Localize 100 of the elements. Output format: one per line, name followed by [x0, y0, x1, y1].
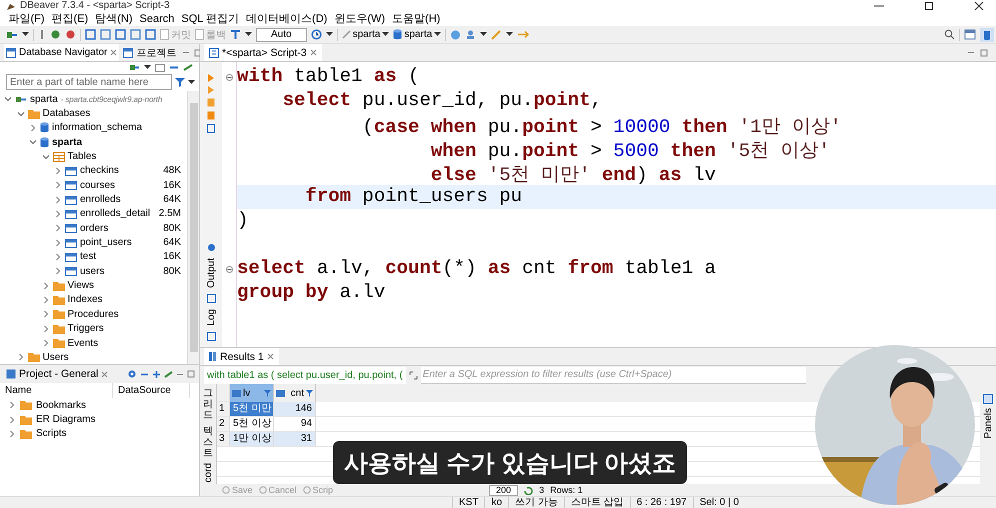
schema-selector[interactable]: sparta: [393, 29, 442, 40]
maximize-icon[interactable]: [924, 1, 934, 11]
chevron-right-icon[interactable]: [54, 166, 62, 176]
tree-item[interactable]: Scripts: [36, 428, 67, 440]
filter-field[interactable]: Enter a SQL expression to filter results (use Ctrl+Space): [420, 366, 806, 384]
search-icon[interactable]: [944, 29, 955, 40]
chevron-right-icon[interactable]: [42, 338, 50, 348]
clock-icon[interactable]: [310, 29, 322, 40]
panel-icon[interactable]: [983, 394, 993, 404]
menu-item[interactable]: 편집(E): [48, 12, 92, 26]
menu-item[interactable]: SQL 편집기: [178, 12, 243, 26]
tree-item[interactable]: Indexes: [68, 294, 103, 306]
panel-tab[interactable]: 프로젝트: [121, 44, 178, 61]
tree-item[interactable]: users: [80, 266, 104, 277]
caret-icon[interactable]: [245, 32, 252, 37]
fold-icon[interactable]: [226, 266, 232, 272]
tree-item[interactable]: Events: [68, 338, 98, 349]
table-cell[interactable]: 31: [274, 432, 316, 447]
square-icon[interactable]: [145, 29, 156, 40]
database-window-icon[interactable]: [980, 28, 994, 42]
filter-icon[interactable]: [306, 390, 313, 396]
tree-item[interactable]: Bookmarks: [36, 400, 86, 411]
chevron-right-icon[interactable]: [54, 180, 62, 190]
menu-item[interactable]: 파일(F): [5, 12, 48, 26]
chevron-right-icon[interactable]: [54, 223, 62, 234]
view-tab[interactable]: cord: [202, 463, 214, 482]
fold-icon[interactable]: [226, 74, 232, 80]
tree-item[interactable]: sparta: [52, 136, 82, 148]
chevron-right-icon[interactable]: [42, 280, 50, 291]
tree-item[interactable]: Databases: [42, 108, 90, 120]
connection-selector[interactable]: sparta: [342, 29, 390, 40]
chevron-right-icon[interactable]: [8, 400, 16, 410]
column-header[interactable]: DataSource: [113, 383, 190, 398]
tree-item[interactable]: point_users: [80, 237, 132, 248]
tree-item[interactable]: orders: [80, 222, 108, 234]
transaction-mode-field[interactable]: Auto: [256, 28, 307, 42]
tree-item[interactable]: courses: [80, 180, 116, 191]
chevron-right-icon[interactable]: [54, 238, 62, 248]
caret-icon[interactable]: [434, 32, 442, 37]
plus-icon[interactable]: [152, 370, 161, 378]
tree-item[interactable]: enrolleds_detail: [80, 208, 150, 220]
results-tab[interactable]: Results 1: [204, 348, 279, 365]
caret-icon[interactable]: [506, 32, 514, 37]
tree-item[interactable]: Users: [42, 352, 69, 363]
caret-icon[interactable]: [188, 80, 195, 84]
table-cell[interactable]: 1만 이상: [230, 432, 274, 447]
text-icon[interactable]: [230, 29, 241, 40]
menu-item[interactable]: 도움말(H): [388, 12, 444, 26]
chevron-right-icon[interactable]: [42, 309, 50, 320]
side-tab[interactable]: Log: [206, 307, 216, 328]
menu-item[interactable]: Search: [136, 12, 178, 26]
tree-item[interactable]: Triggers: [68, 323, 104, 334]
caret-icon[interactable]: [326, 32, 333, 37]
filter-icon[interactable]: [264, 390, 271, 396]
people-icon[interactable]: [465, 29, 476, 40]
menu-item[interactable]: 탐색(N): [92, 12, 136, 26]
table-cell[interactable]: 146: [274, 402, 316, 417]
filter-icon[interactable]: [175, 77, 185, 87]
view-tab[interactable]: 그리드: [203, 387, 213, 422]
tree-item[interactable]: enrolleds: [80, 194, 121, 206]
expand-icon[interactable]: [408, 370, 418, 380]
column-header[interactable]: lv: [230, 384, 274, 402]
menu-item[interactable]: 데이터베이스(D): [242, 12, 331, 26]
side-tab[interactable]: Output: [206, 256, 216, 290]
menu-item[interactable]: 윈도우(W): [330, 12, 389, 26]
view-tab[interactable]: 텍스트: [203, 425, 213, 460]
caret-icon[interactable]: [144, 65, 151, 70]
column-header[interactable]: Name: [0, 383, 113, 398]
chevron-right-icon[interactable]: [54, 252, 62, 262]
tree-item[interactable]: Procedures: [68, 308, 119, 320]
side-tab[interactable]: Panels: [982, 408, 994, 439]
tree-item[interactable]: checkins: [80, 165, 119, 176]
tree-item[interactable]: sparta: [30, 94, 58, 105]
panel-icon[interactable]: [206, 294, 216, 304]
fetch-size-field[interactable]: 200: [489, 484, 518, 496]
tree-item[interactable]: Views: [68, 280, 94, 292]
chevron-right-icon[interactable]: [42, 294, 50, 305]
chevron-right-icon[interactable]: [8, 414, 16, 425]
tree-item[interactable]: information_schema: [52, 122, 142, 134]
square-icon[interactable]: [115, 29, 126, 40]
tree-item[interactable]: ER Diagrams: [36, 414, 96, 426]
tree-item[interactable]: Tables: [68, 151, 96, 162]
chevron-right-icon[interactable]: [54, 208, 62, 219]
chevron-right-icon[interactable]: [8, 428, 16, 439]
search-field[interactable]: Enter a part of table name here: [6, 74, 172, 90]
panel-tab[interactable]: Database Navigator: [4, 44, 120, 61]
chevron-right-icon[interactable]: [42, 324, 50, 334]
square-icon[interactable]: [85, 29, 96, 40]
caret-icon[interactable]: [22, 32, 29, 37]
tree-item[interactable]: test: [80, 251, 96, 262]
table-cell[interactable]: 5천 미만: [230, 402, 274, 417]
chevron-right-icon[interactable]: [29, 122, 37, 133]
refresh-icon[interactable]: [524, 486, 534, 494]
close-icon[interactable]: [974, 1, 984, 11]
editor-tab[interactable]: *<sparta> Script-3: [204, 44, 322, 61]
square-icon[interactable]: [130, 29, 141, 40]
chevron-right-icon[interactable]: [54, 266, 62, 276]
chevron-right-icon[interactable]: [54, 194, 62, 205]
chevron-right-icon[interactable]: [16, 352, 24, 362]
caret-icon[interactable]: [480, 32, 488, 37]
